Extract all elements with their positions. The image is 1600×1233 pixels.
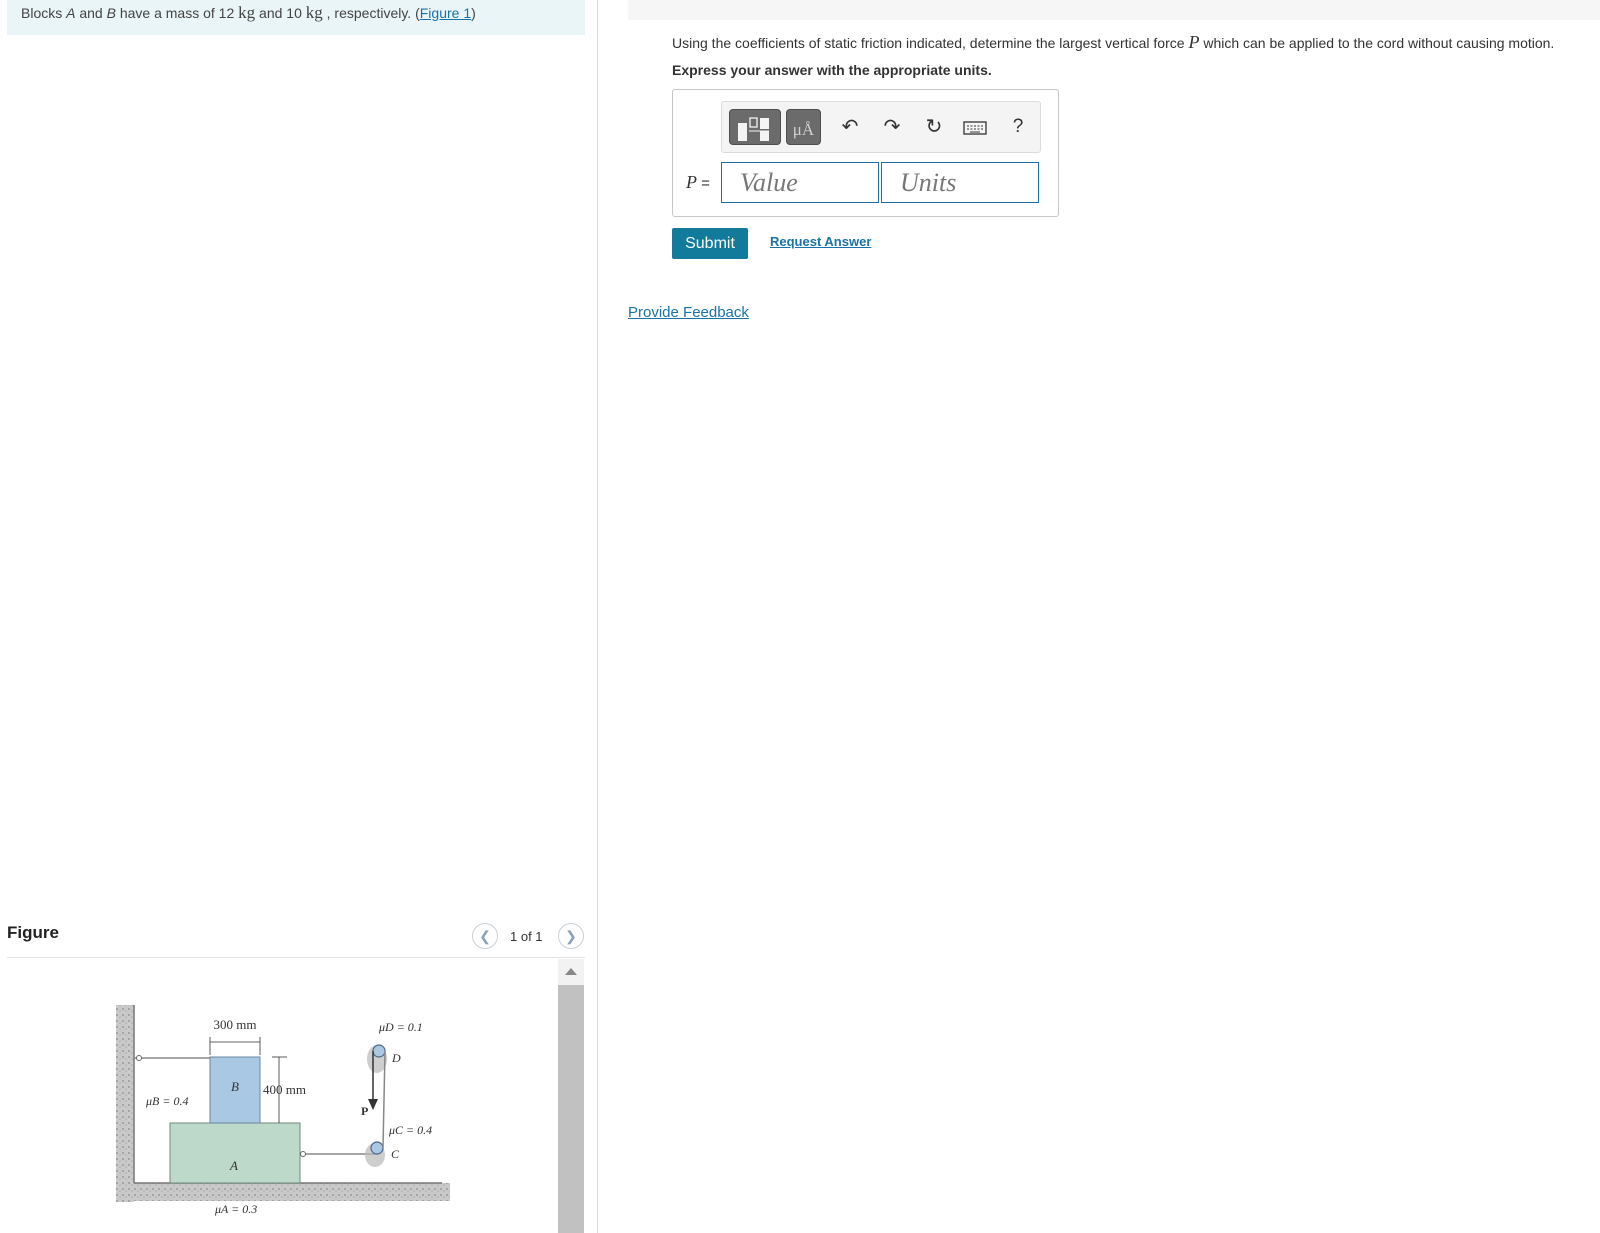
math-toolbar: μÅ ↶ ↷ ↻ ?	[721, 101, 1041, 153]
wall	[116, 1005, 134, 1202]
reset-button[interactable]: ↻	[921, 114, 947, 140]
answer-instruction: Express your answer with the appropriate…	[672, 62, 992, 78]
mu-a-label: μA = 0.3	[214, 1202, 257, 1216]
chevron-left-icon: ❮	[479, 928, 491, 944]
figure-title: Figure	[7, 923, 59, 942]
figure-page-indicator: 1 of 1	[510, 929, 543, 944]
peg-c	[370, 1141, 384, 1155]
keyboard-button[interactable]	[962, 114, 988, 140]
left-pane: Blocks A and B have a mass of 12 kg and …	[0, 0, 598, 1233]
mu-c-label: μC = 0.4	[388, 1123, 432, 1137]
label-p: P	[361, 1104, 368, 1118]
units-button[interactable]: μÅ	[786, 109, 821, 145]
redo-button[interactable]: ↷	[879, 114, 905, 140]
intro-text: )	[471, 5, 476, 21]
mu-d-label: μD = 0.1	[378, 1020, 423, 1034]
intro-text: have a mass of 12	[115, 5, 239, 21]
block-b-symbol: B	[106, 5, 116, 21]
answer-variable: P	[686, 172, 697, 192]
top-strip	[628, 0, 1600, 20]
figure-header: Figure ❮ 1 of 1 ❯	[7, 918, 585, 958]
undo-button[interactable]: ↶	[837, 114, 863, 140]
mu-b-label: μB = 0.4	[145, 1094, 188, 1108]
answer-label: P =	[686, 172, 710, 193]
label-a: A	[229, 1158, 238, 1173]
question-text-part: which can be applied to the cord without…	[1199, 35, 1555, 51]
scroll-thumb[interactable]	[558, 985, 584, 1233]
problem-intro: Blocks A and B have a mass of 12 kg and …	[7, 0, 585, 35]
submit-button[interactable]: Submit	[672, 228, 748, 259]
chevron-right-icon: ❯	[565, 928, 577, 944]
unit-kg: kg	[238, 3, 256, 22]
force-arrow	[368, 1099, 378, 1110]
dimension-height: 400 mm	[263, 1082, 306, 1097]
unit-kg: kg	[305, 3, 323, 22]
label-d: D	[391, 1051, 401, 1065]
intro-text: and 10	[255, 5, 306, 21]
keyboard-icon	[963, 121, 987, 135]
figure-image: A B 300 mm 400 mm μB = 0.4 μA = 0.3 μD =…	[7, 959, 558, 1233]
floor	[116, 1183, 450, 1201]
label-c: C	[391, 1147, 400, 1161]
friction-diagram: A B 300 mm 400 mm μB = 0.4 μA = 0.3 μD =…	[116, 1005, 450, 1216]
templates-button[interactable]	[729, 109, 781, 145]
figure-scrollbar[interactable]	[558, 959, 584, 1233]
question-text: Using the coefficients of static frictio…	[672, 32, 1554, 53]
request-answer-link[interactable]: Request Answer	[770, 234, 871, 249]
figure-link[interactable]: Figure 1	[420, 5, 471, 21]
question-text-part: Using the coefficients of static frictio…	[672, 35, 1189, 51]
right-pane: Using the coefficients of static frictio…	[628, 0, 1600, 1233]
answer-equals: =	[697, 175, 710, 192]
block-a	[169, 1122, 301, 1184]
provide-feedback-link[interactable]: Provide Feedback	[628, 304, 749, 321]
help-button[interactable]: ?	[1005, 114, 1031, 140]
answer-box: μÅ ↶ ↷ ↻ ? P = Value Units	[672, 89, 1059, 217]
redo-icon: ↷	[883, 116, 901, 138]
intro-text: Blocks	[21, 5, 67, 21]
next-figure-button[interactable]: ❯	[558, 923, 584, 949]
units-input[interactable]: Units	[881, 162, 1039, 203]
intro-text: , respectively. (	[322, 5, 420, 21]
label-b: B	[231, 1079, 239, 1094]
reset-icon: ↻	[925, 116, 943, 138]
scroll-up-arrow-icon[interactable]	[565, 968, 577, 975]
dimension-width: 300 mm	[214, 1017, 257, 1032]
templates-icon	[738, 117, 769, 141]
prev-figure-button[interactable]: ❮	[472, 923, 498, 949]
help-icon: ?	[1012, 116, 1024, 137]
value-input[interactable]: Value	[721, 162, 879, 203]
units-symbol: μÅ	[792, 120, 815, 139]
undo-icon: ↶	[841, 116, 859, 138]
force-variable: P	[1188, 32, 1200, 52]
peg-d	[372, 1044, 386, 1058]
intro-text: and	[75, 5, 107, 21]
